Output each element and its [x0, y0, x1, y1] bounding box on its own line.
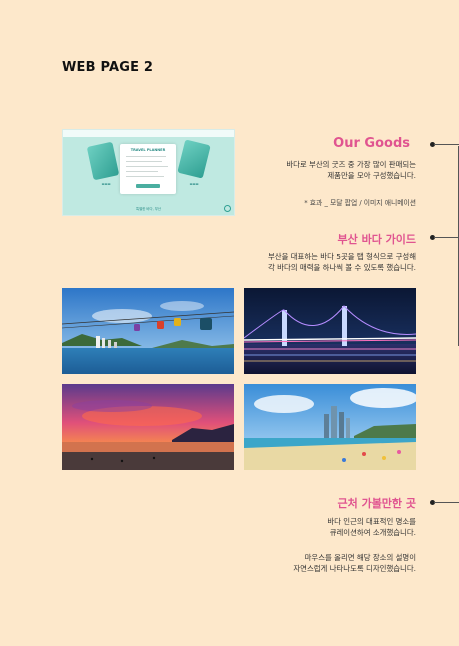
- nearby-desc-line: 자연스럽게 나타나도록 디자인했습니다.: [293, 563, 416, 573]
- mockup-modal-button: [136, 184, 160, 188]
- photo-haeundae-beach: [244, 384, 416, 470]
- goods-mockup-image: ▬▬▬ ▬▬▬ TRAVEL PLANNER 특별한 바다, 부산: [62, 129, 235, 216]
- mockup-modal-popup: TRAVEL PLANNER: [120, 144, 176, 194]
- mockup-caption-left: ▬▬▬: [101, 182, 111, 186]
- photo-sunset-beach: [62, 384, 234, 470]
- photo-cable-car-bay: [62, 288, 234, 374]
- connector-line: [434, 237, 459, 238]
- nearby-description: 바다 인근의 대표적인 명소를 큐레이션하여 소개했습니다.: [220, 517, 416, 538]
- sea-guide-section-title: 부산 바다 가이드: [337, 233, 417, 246]
- sea-guide-desc-line: 각 바다의 매력을 하나씩 볼 수 있도록 했습니다.: [268, 262, 416, 272]
- goods-description: 바다로 부산의 굿즈 중 가장 많이 판매되는 제품만을 모아 구성했습니다.: [240, 160, 416, 181]
- mockup-modal-line: [126, 171, 158, 172]
- goods-effect-note: * 효과 _ 모달 팝업 / 이미지 애니메이션: [304, 199, 416, 207]
- mockup-modal-line: [126, 176, 164, 177]
- nearby-desc-line: 마우스를 올리면 해당 장소의 설명이: [304, 553, 416, 562]
- goods-desc-line: 제품만을 모아 구성했습니다.: [327, 170, 416, 180]
- goods-desc-line: 바다로 부산의 굿즈 중 가장 많이 판매되는: [286, 160, 416, 169]
- connector-line: [434, 144, 459, 145]
- sea-guide-description: 부산을 대표하는 바다 5곳을 탭 형식으로 구성해 각 바다의 매력을 하나씩…: [200, 252, 416, 273]
- mockup-product-right: [177, 139, 211, 179]
- connector-line: [434, 502, 459, 503]
- nearby-description-hover: 마우스를 올리면 해당 장소의 설명이 자연스럽게 나타나도록 디자인했습니다.: [220, 553, 416, 574]
- mockup-header-bar: [63, 130, 234, 137]
- nearby-section-title: 근처 가볼만한 곳: [337, 497, 417, 510]
- photo-gwangan-bridge-night: [244, 288, 416, 374]
- nearby-desc-line: 큐레이션하여 소개했습니다.: [329, 527, 416, 537]
- mockup-circle-icon: [224, 205, 231, 212]
- mockup-product-left: [86, 141, 120, 181]
- mockup-modal-line: [126, 161, 162, 162]
- mockup-caption-right: ▬▬▬: [189, 182, 199, 186]
- page-title: WEB PAGE 2: [62, 60, 154, 75]
- sea-guide-desc-line: 부산을 대표하는 바다 5곳을 탭 형식으로 구성해: [268, 252, 416, 261]
- mockup-modal-line: [126, 166, 168, 167]
- mockup-footer-text: 특별한 바다, 부산: [135, 207, 162, 211]
- mockup-modal-title: TRAVEL PLANNER: [130, 148, 166, 152]
- mockup-modal-line: [126, 156, 166, 157]
- goods-section-title: Our Goods: [333, 136, 410, 151]
- nearby-desc-line: 바다 인근의 대표적인 명소를: [327, 517, 416, 526]
